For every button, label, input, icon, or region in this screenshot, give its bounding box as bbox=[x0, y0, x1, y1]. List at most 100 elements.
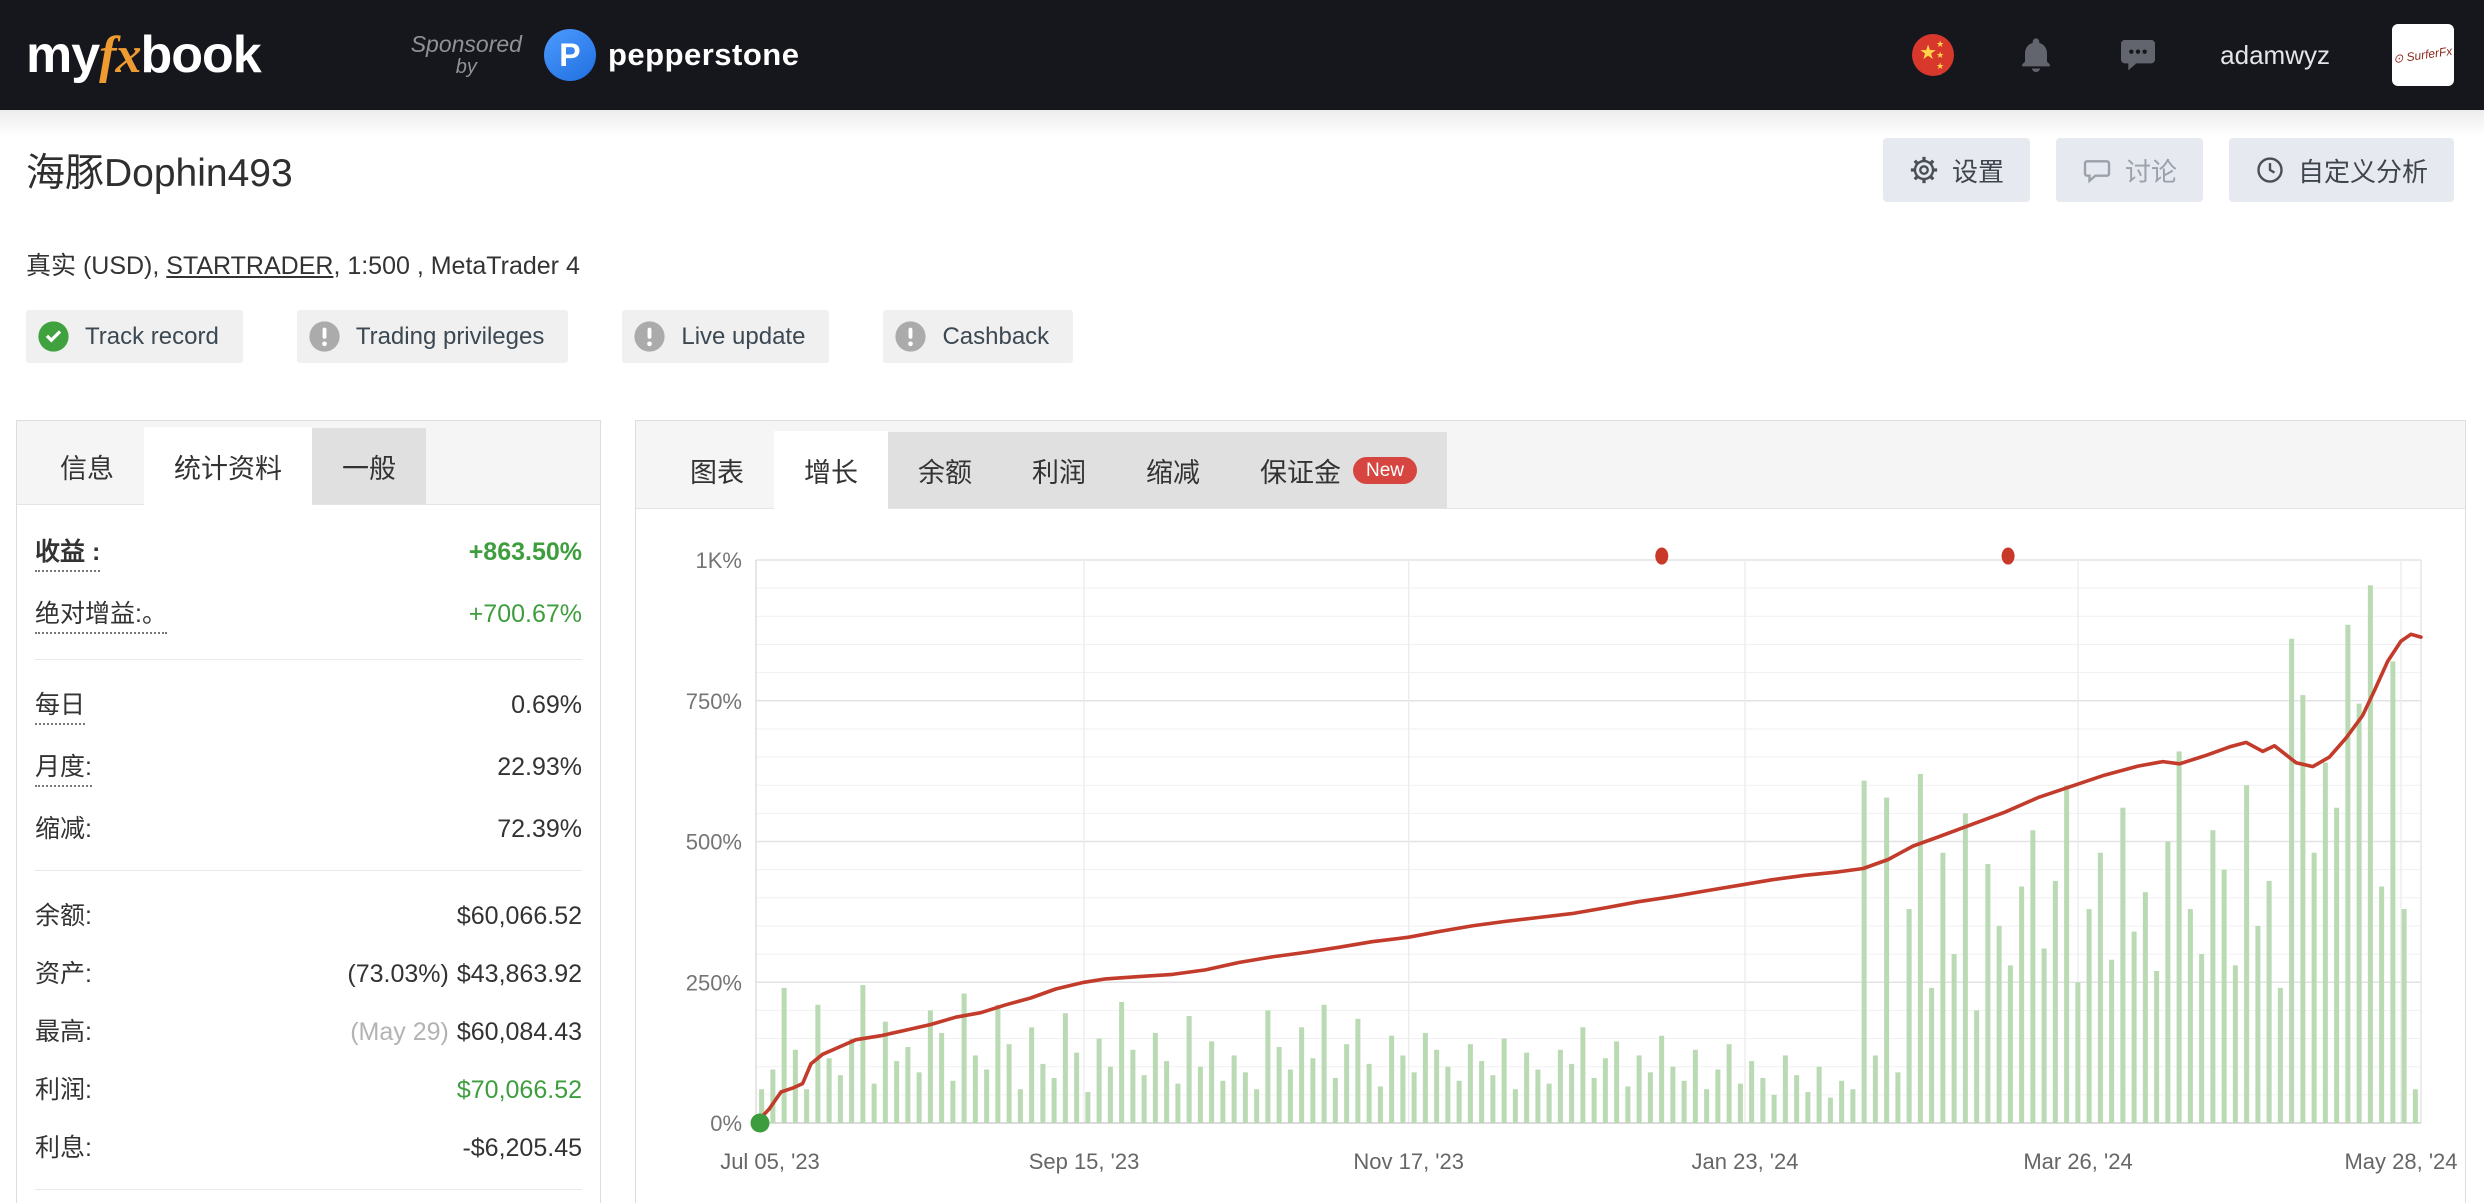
profit-bar[interactable] bbox=[1929, 987, 1935, 1123]
growth-line[interactable] bbox=[754, 632, 2423, 1125]
profit-bar[interactable] bbox=[1569, 1063, 1575, 1123]
profit-bar[interactable] bbox=[1062, 1013, 1068, 1123]
language-flag-icon[interactable]: ★ ★ ★★ ★ bbox=[1912, 34, 1955, 76]
chart_panel-tab-3[interactable]: 余额 bbox=[888, 432, 1002, 508]
profit-bar[interactable] bbox=[1377, 1086, 1383, 1123]
profit-bar[interactable] bbox=[2311, 852, 2317, 1123]
profit-bar[interactable] bbox=[1029, 1027, 1035, 1123]
left_panel-tab-3[interactable]: 一般 bbox=[312, 428, 426, 504]
withdrawal-marker[interactable] bbox=[1655, 547, 1669, 565]
profit-bar[interactable] bbox=[1535, 1069, 1541, 1123]
profit-bar[interactable] bbox=[1962, 813, 1968, 1123]
profit-bar[interactable] bbox=[2255, 925, 2261, 1123]
profit-bar[interactable] bbox=[2007, 965, 2013, 1123]
profit-bar[interactable] bbox=[1051, 1077, 1057, 1123]
profit-bar[interactable] bbox=[2154, 970, 2160, 1123]
profit-bar[interactable] bbox=[1839, 1080, 1845, 1123]
profit-bar[interactable] bbox=[950, 1080, 956, 1123]
withdrawal-marker[interactable] bbox=[2001, 547, 2015, 565]
profit-bar[interactable] bbox=[1119, 1001, 1125, 1123]
pepperstone-logo[interactable]: P pepperstone bbox=[543, 29, 800, 81]
profit-bar[interactable] bbox=[2109, 959, 2115, 1123]
profit-bar[interactable] bbox=[1895, 1072, 1901, 1123]
profit-bar[interactable] bbox=[2356, 703, 2362, 1123]
profit-bar[interactable] bbox=[1580, 1027, 1586, 1123]
growth-chart[interactable]: 0% 250% 500% 750% 1K% Jul 05, '23 Sep 15, '23 N… bbox=[636, 421, 2465, 1203]
profit-bar[interactable] bbox=[1692, 1049, 1698, 1123]
profit-bar[interactable] bbox=[1816, 1066, 1822, 1123]
deposit-marker[interactable] bbox=[750, 1113, 770, 1133]
profit-bar[interactable] bbox=[905, 1046, 911, 1123]
profit-bar[interactable] bbox=[1467, 1044, 1473, 1123]
profit-bar[interactable] bbox=[1332, 1077, 1338, 1123]
profit-bar[interactable] bbox=[2199, 954, 2205, 1123]
profit-bar[interactable] bbox=[1625, 1086, 1631, 1123]
profit-bar[interactable] bbox=[1141, 1075, 1147, 1123]
profit-bar[interactable] bbox=[1782, 1055, 1788, 1123]
profit-bar[interactable] bbox=[1299, 1027, 1305, 1123]
profit-bar[interactable] bbox=[1951, 954, 1957, 1123]
profit-bar[interactable] bbox=[1164, 1061, 1170, 1123]
profit-bar[interactable] bbox=[1884, 797, 1890, 1123]
profit-bar[interactable] bbox=[770, 1069, 776, 1123]
chart_panel-tab-5[interactable]: 缩减 bbox=[1116, 432, 1230, 508]
profit-bar[interactable] bbox=[961, 993, 967, 1123]
badge-track-record[interactable]: Track record bbox=[26, 310, 243, 363]
profit-bar[interactable] bbox=[1591, 1077, 1597, 1123]
profit-bar[interactable] bbox=[804, 1089, 810, 1123]
profit-bar[interactable] bbox=[1636, 1055, 1642, 1123]
profit-bar[interactable] bbox=[1749, 1061, 1755, 1123]
profit-bar[interactable] bbox=[1096, 1038, 1102, 1123]
profit-bar[interactable] bbox=[1220, 1080, 1226, 1123]
profit-bar[interactable] bbox=[2019, 886, 2025, 1123]
profit-bar[interactable] bbox=[2131, 931, 2137, 1123]
profit-bar[interactable] bbox=[2176, 751, 2182, 1123]
profit-bar[interactable] bbox=[894, 1061, 900, 1123]
profit-bar[interactable] bbox=[1355, 1018, 1361, 1123]
profit-bar[interactable] bbox=[1850, 1089, 1856, 1123]
profit-bar[interactable] bbox=[1242, 1072, 1248, 1123]
profit-bar[interactable] bbox=[1614, 1041, 1620, 1123]
broker-link[interactable]: STARTRADER bbox=[166, 252, 333, 280]
profit-bar[interactable] bbox=[1254, 1089, 1260, 1123]
profit-bar[interactable] bbox=[1310, 1058, 1316, 1123]
profit-bar[interactable] bbox=[1411, 1072, 1417, 1123]
profit-bar[interactable] bbox=[1085, 1092, 1091, 1123]
profit-bar[interactable] bbox=[1681, 1080, 1687, 1123]
profit-bar[interactable] bbox=[1175, 1083, 1181, 1123]
gear-button[interactable]: 设置 bbox=[1882, 138, 2030, 202]
profit-bar[interactable] bbox=[1434, 1049, 1440, 1123]
profit-bar[interactable] bbox=[1456, 1080, 1462, 1123]
profit-bar[interactable] bbox=[1974, 1010, 1980, 1123]
profit-bar[interactable] bbox=[849, 1038, 855, 1123]
profit-bar[interactable] bbox=[1861, 780, 1867, 1123]
chart_panel-tab-1[interactable]: 图表 bbox=[660, 432, 774, 508]
badge-cashback[interactable]: Cashback bbox=[883, 310, 1074, 363]
profit-bar[interactable] bbox=[2322, 762, 2328, 1123]
badge-live-update[interactable]: Live update bbox=[622, 310, 830, 363]
profit-bar[interactable] bbox=[1107, 1066, 1113, 1123]
chart_panel-tab-4[interactable]: 利润 bbox=[1002, 432, 1116, 508]
profit-bar[interactable] bbox=[1985, 864, 1991, 1123]
chart_panel-tab-6[interactable]: 保证金 New bbox=[1230, 432, 1448, 508]
messages-chat-icon[interactable] bbox=[2118, 35, 2158, 75]
profit-bar[interactable] bbox=[1715, 1069, 1721, 1123]
profit-bar[interactable] bbox=[1186, 1016, 1192, 1123]
profit-bar[interactable] bbox=[1659, 1035, 1665, 1123]
profit-bar[interactable] bbox=[1872, 1055, 1878, 1123]
profit-bar[interactable] bbox=[2266, 880, 2272, 1123]
profit-bar[interactable] bbox=[2210, 830, 2216, 1123]
profit-bar[interactable] bbox=[1670, 1066, 1676, 1123]
notifications-bell-icon[interactable] bbox=[2016, 35, 2056, 75]
clock-button[interactable]: 自定义分析 bbox=[2228, 138, 2454, 202]
profit-bar[interactable] bbox=[826, 1058, 832, 1123]
profit-bar[interactable] bbox=[2401, 909, 2407, 1123]
profit-bar[interactable] bbox=[1479, 1061, 1485, 1123]
profit-bar[interactable] bbox=[1906, 909, 1912, 1123]
profit-bar[interactable] bbox=[2232, 965, 2238, 1123]
profit-bar[interactable] bbox=[1074, 1052, 1080, 1123]
profit-bar[interactable] bbox=[2367, 585, 2373, 1123]
profit-bar[interactable] bbox=[1647, 1072, 1653, 1123]
profit-bar[interactable] bbox=[995, 1004, 1001, 1123]
profit-bar[interactable] bbox=[1017, 1089, 1023, 1123]
